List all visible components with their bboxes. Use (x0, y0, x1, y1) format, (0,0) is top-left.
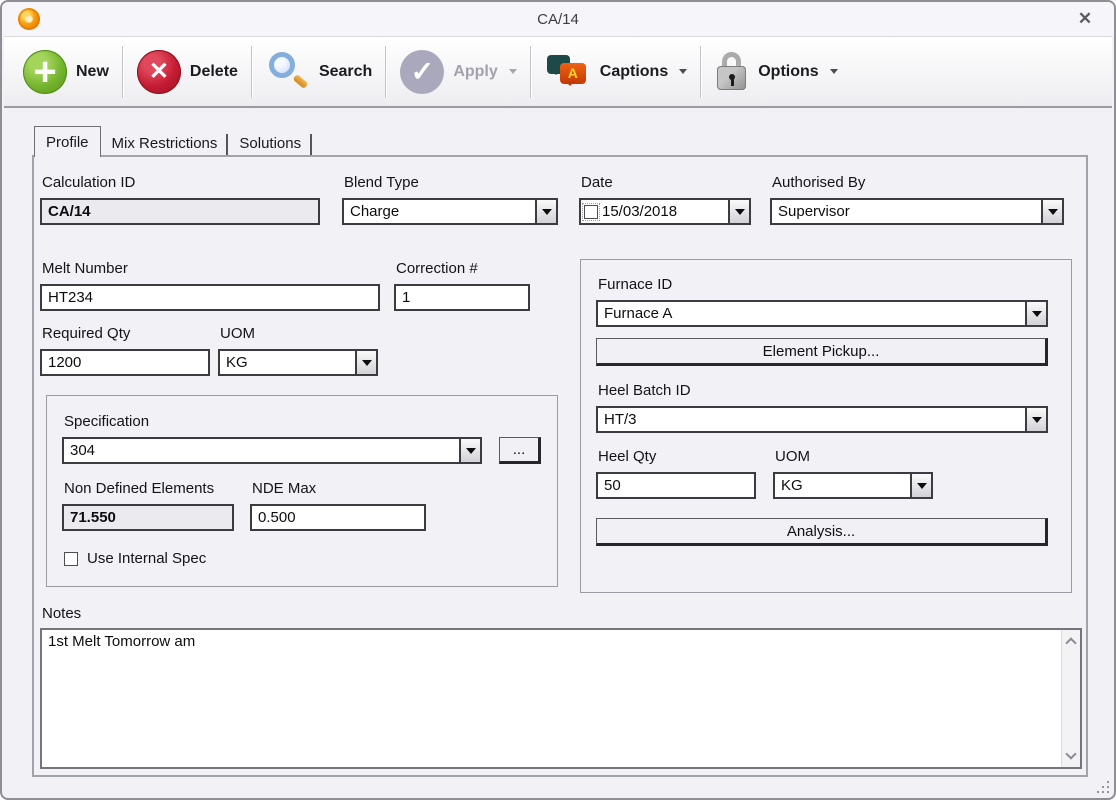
date-label: Date (581, 174, 613, 191)
tab-profile[interactable]: Profile (34, 126, 101, 157)
app-window: CA/14 ✕ + New ✕ Delete Search ✓ Apply (0, 0, 1116, 800)
furnace-id-select[interactable]: Furnace A (596, 300, 1048, 327)
heel-batch-id-select[interactable]: HT/3 (596, 406, 1048, 433)
captions-label: Captions (600, 63, 668, 81)
authorised-by-select[interactable]: Supervisor (770, 198, 1064, 225)
tab-strip: Profile Mix Restrictions Solutions (34, 126, 312, 157)
specification-group: Specification 304 ... Non Defined Elemen… (46, 395, 558, 587)
options-button[interactable]: Options (702, 42, 850, 102)
calculation-id-field[interactable] (40, 198, 320, 225)
nde-max-label: NDE Max (252, 480, 316, 497)
melt-number-field[interactable] (40, 284, 380, 311)
search-button[interactable]: Search (253, 42, 385, 102)
furnace-id-label: Furnace ID (598, 276, 672, 293)
use-internal-spec-row: Use Internal Spec (64, 550, 206, 567)
heel-batch-id-label: Heel Batch ID (598, 382, 691, 399)
window-title: CA/14 (2, 11, 1114, 28)
required-uom-dropdown-icon[interactable] (355, 351, 376, 374)
profile-panel: Calculation ID Blend Type Charge Date 15… (32, 155, 1088, 777)
heel-qty-field[interactable] (596, 472, 756, 499)
lock-icon (715, 50, 749, 94)
new-button[interactable]: + New (10, 42, 122, 102)
captions-button[interactable]: A Captions (532, 42, 700, 102)
specification-dropdown-icon[interactable] (459, 439, 480, 462)
title-bar: CA/14 ✕ (2, 2, 1114, 36)
notes-label: Notes (42, 605, 81, 622)
captions-icon: A (545, 51, 591, 93)
specification-select[interactable]: 304 (62, 437, 482, 464)
heel-uom-select[interactable]: KG (773, 472, 933, 499)
heel-batch-id-dropdown-icon[interactable] (1025, 408, 1046, 431)
use-internal-spec-checkbox[interactable] (64, 552, 78, 566)
apply-check-icon: ✓ (400, 50, 444, 94)
melt-number-label: Melt Number (42, 260, 128, 277)
date-checkbox[interactable] (584, 205, 598, 219)
scroll-down-icon[interactable] (1062, 747, 1080, 765)
date-dropdown-icon[interactable] (728, 200, 749, 223)
apply-label: Apply (453, 63, 497, 81)
captions-dropdown-icon (679, 69, 687, 74)
date-picker[interactable]: 15/03/2018 (579, 198, 751, 225)
required-uom-label: UOM (220, 325, 255, 342)
nde-max-field[interactable] (250, 504, 426, 531)
heel-uom-dropdown-icon[interactable] (910, 474, 931, 497)
close-icon[interactable]: ✕ (1074, 9, 1096, 29)
calculation-id-label: Calculation ID (42, 174, 135, 191)
delete-button[interactable]: ✕ Delete (124, 42, 251, 102)
use-internal-spec-label: Use Internal Spec (87, 550, 206, 567)
resize-grip[interactable] (1095, 779, 1109, 793)
specification-browse-button[interactable]: ... (499, 437, 541, 464)
heel-qty-label: Heel Qty (598, 448, 656, 465)
notes-field[interactable]: 1st Melt Tomorrow am (40, 628, 1082, 769)
notes-text[interactable]: 1st Melt Tomorrow am (42, 630, 1059, 767)
tab-mix-restrictions[interactable]: Mix Restrictions (101, 130, 229, 157)
tab-solutions[interactable]: Solutions (228, 130, 312, 157)
element-pickup-button[interactable]: Element Pickup... (596, 338, 1048, 366)
specification-label: Specification (64, 413, 149, 430)
nde-field[interactable] (62, 504, 234, 531)
new-label: New (76, 63, 109, 81)
search-label: Search (319, 63, 372, 81)
options-dropdown-icon (830, 69, 838, 74)
delete-label: Delete (190, 63, 238, 81)
blend-type-dropdown-icon[interactable] (535, 200, 556, 223)
apply-button[interactable]: ✓ Apply (387, 42, 529, 102)
blend-type-select[interactable]: Charge (342, 198, 558, 225)
authorised-by-label: Authorised By (772, 174, 865, 191)
apply-dropdown-icon (509, 69, 517, 74)
options-label: Options (758, 63, 818, 81)
analysis-button[interactable]: Analysis... (596, 518, 1048, 546)
notes-scrollbar[interactable] (1061, 630, 1080, 767)
scroll-up-icon[interactable] (1062, 632, 1080, 650)
toolbar: + New ✕ Delete Search ✓ Apply A Capti (4, 36, 1112, 108)
correction-label: Correction # (396, 260, 478, 277)
blend-type-label: Blend Type (344, 174, 419, 191)
heel-uom-label: UOM (775, 448, 810, 465)
new-icon: + (23, 50, 67, 94)
authorised-by-dropdown-icon[interactable] (1041, 200, 1062, 223)
correction-field[interactable] (394, 284, 530, 311)
required-qty-label: Required Qty (42, 325, 130, 342)
furnace-group: Furnace ID Furnace A Element Pickup... H… (580, 259, 1072, 593)
nde-label: Non Defined Elements (64, 480, 214, 497)
required-qty-field[interactable] (40, 349, 210, 376)
delete-icon: ✕ (137, 50, 181, 94)
search-icon (266, 50, 310, 94)
required-uom-select[interactable]: KG (218, 349, 378, 376)
furnace-id-dropdown-icon[interactable] (1025, 302, 1046, 325)
